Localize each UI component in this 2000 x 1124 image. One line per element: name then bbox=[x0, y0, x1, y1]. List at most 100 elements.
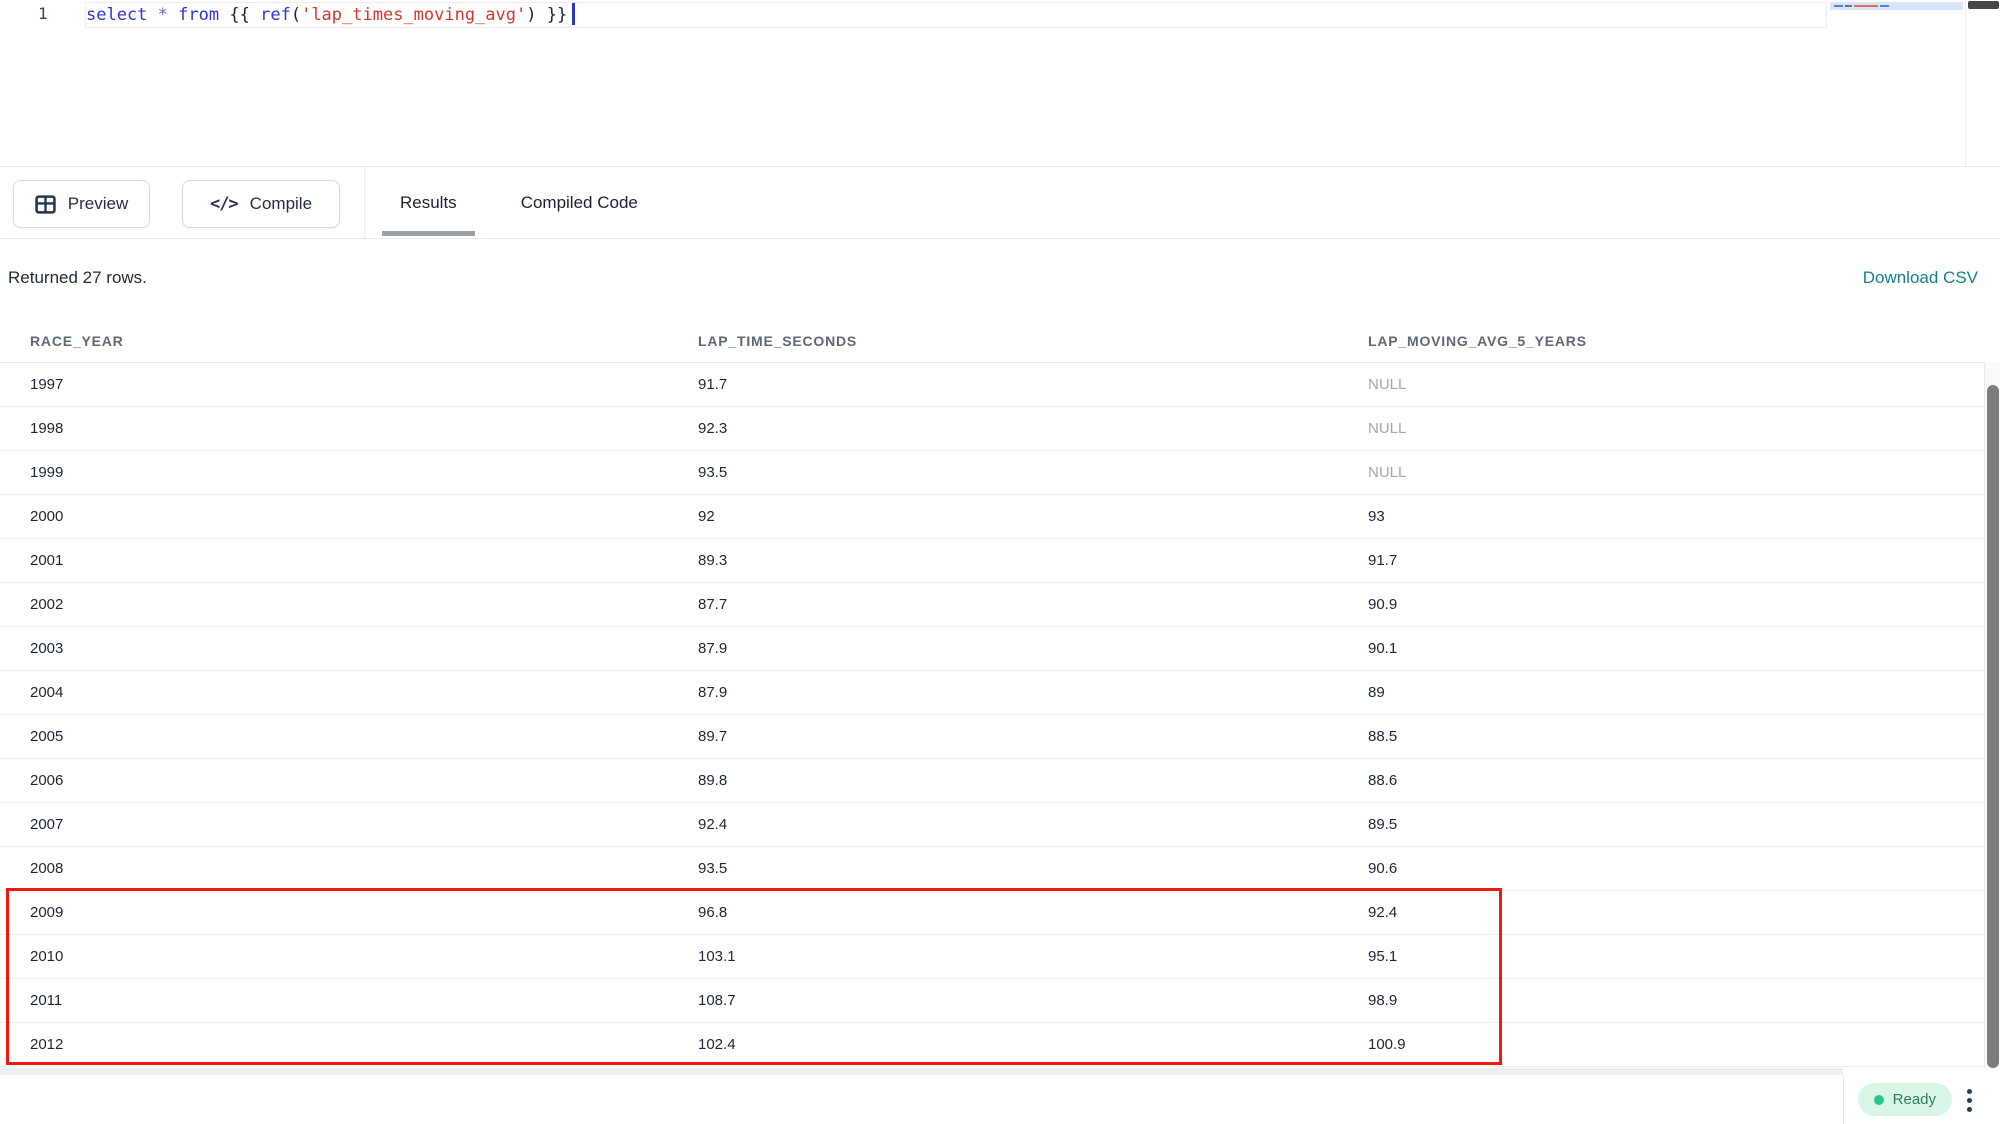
table-cell: 2004 bbox=[0, 684, 668, 701]
table-cell: 100.9 bbox=[1338, 1036, 1984, 1053]
table-cell: 87.9 bbox=[668, 640, 1338, 657]
table-cell: 92.3 bbox=[668, 420, 1338, 437]
table-cell: 96.8 bbox=[668, 904, 1338, 921]
table-cell: 103.1 bbox=[668, 948, 1338, 965]
column-header-race-year[interactable]: RACE_YEAR bbox=[0, 333, 668, 349]
results-table-body: 199791.7NULL199892.3NULL199993.5NULL2000… bbox=[0, 363, 1984, 1067]
code-token: ref bbox=[260, 5, 291, 25]
table-grid-icon bbox=[35, 194, 56, 215]
table-cell: 92.4 bbox=[1338, 904, 1984, 921]
table-cell: 2001 bbox=[0, 552, 668, 569]
code-line-tokens: select * from {{ ref('lap_times_moving_a… bbox=[86, 5, 567, 25]
table-cell: 90.1 bbox=[1338, 640, 1984, 657]
code-token bbox=[250, 5, 260, 25]
table-cell: 1999 bbox=[0, 464, 668, 481]
preview-button-label: Preview bbox=[68, 194, 128, 214]
row-count-text: Returned 27 rows. bbox=[8, 268, 147, 288]
code-token bbox=[219, 5, 229, 25]
table-cell: 2010 bbox=[0, 948, 668, 965]
table-row: 200996.892.4 bbox=[0, 891, 1984, 935]
table-cell: 2006 bbox=[0, 772, 668, 789]
table-cell: 92 bbox=[668, 508, 1338, 525]
code-token bbox=[168, 5, 178, 25]
results-scrollbar-track[interactable] bbox=[1984, 362, 2000, 1068]
code-token: ) bbox=[526, 5, 536, 25]
table-cell: NULL bbox=[1338, 464, 1984, 481]
code-token: {{ bbox=[229, 5, 249, 25]
tab-compiled-code[interactable]: Compiled Code bbox=[503, 167, 656, 238]
table-cell: 91.7 bbox=[1338, 552, 1984, 569]
table-cell: 2007 bbox=[0, 816, 668, 833]
table-cell: NULL bbox=[1338, 376, 1984, 393]
text-cursor bbox=[572, 3, 575, 25]
table-cell: 2003 bbox=[0, 640, 668, 657]
status-bar: Ready bbox=[0, 1075, 2000, 1124]
minimap[interactable] bbox=[1830, 2, 1963, 10]
table-row: 200589.788.5 bbox=[0, 715, 1984, 759]
table-cell: 93.5 bbox=[668, 464, 1338, 481]
table-row: 20009293 bbox=[0, 495, 1984, 539]
horizontal-scrollbar-track[interactable] bbox=[0, 1068, 1843, 1075]
table-cell: 92.4 bbox=[668, 816, 1338, 833]
table-row: 200893.590.6 bbox=[0, 847, 1984, 891]
download-csv-link[interactable]: Download CSV bbox=[1863, 268, 1978, 288]
code-token bbox=[537, 5, 547, 25]
table-cell: 2005 bbox=[0, 728, 668, 745]
compile-button[interactable]: </> Compile bbox=[182, 180, 340, 228]
active-tab-underline bbox=[382, 231, 475, 236]
tab-results[interactable]: Results bbox=[382, 167, 475, 238]
code-token: select bbox=[86, 5, 147, 25]
code-token: ( bbox=[291, 5, 301, 25]
table-cell: 95.1 bbox=[1338, 948, 1984, 965]
table-cell: 102.4 bbox=[668, 1036, 1338, 1053]
code-editor[interactable]: 1 select * from {{ ref('lap_times_moving… bbox=[0, 0, 2000, 166]
preview-button[interactable]: Preview bbox=[13, 180, 150, 228]
table-cell: NULL bbox=[1338, 420, 1984, 437]
table-row: 200189.391.7 bbox=[0, 539, 1984, 583]
table-cell: 98.9 bbox=[1338, 992, 1984, 1009]
status-badge: Ready bbox=[1858, 1083, 1952, 1116]
statusbar-divider bbox=[1843, 1075, 1844, 1124]
table-cell: 2008 bbox=[0, 860, 668, 877]
table-cell: 87.7 bbox=[668, 596, 1338, 613]
table-row: 200487.989 bbox=[0, 671, 1984, 715]
code-token: 'lap_times_moving_avg' bbox=[301, 5, 526, 25]
toolbar-divider bbox=[364, 167, 365, 238]
column-header-lap-time-seconds[interactable]: LAP_TIME_SECONDS bbox=[668, 333, 1338, 349]
code-line[interactable]: select * from {{ ref('lap_times_moving_a… bbox=[86, 3, 575, 25]
editor-scrollbar-thumb[interactable] bbox=[1968, 1, 1999, 9]
table-cell: 93.5 bbox=[668, 860, 1338, 877]
table-row: 199791.7NULL bbox=[0, 363, 1984, 407]
results-table: RACE_YEAR LAP_TIME_SECONDS LAP_MOVING_AV… bbox=[0, 320, 1984, 1067]
table-row: 2012102.4100.9 bbox=[0, 1023, 1984, 1067]
table-row: 199993.5NULL bbox=[0, 451, 1984, 495]
table-row: 200387.990.1 bbox=[0, 627, 1984, 671]
results-tabs: Results Compiled Code bbox=[382, 167, 656, 238]
results-scrollbar-thumb[interactable] bbox=[1987, 385, 1999, 1068]
table-cell: 89.8 bbox=[668, 772, 1338, 789]
table-cell: 87.9 bbox=[668, 684, 1338, 701]
table-cell: 1997 bbox=[0, 376, 668, 393]
compile-button-label: Compile bbox=[250, 194, 312, 214]
table-cell: 2002 bbox=[0, 596, 668, 613]
table-row: 200792.489.5 bbox=[0, 803, 1984, 847]
results-summary-row: Returned 27 rows. Download CSV bbox=[0, 260, 2000, 300]
table-cell: 90.6 bbox=[1338, 860, 1984, 877]
table-cell: 2000 bbox=[0, 508, 668, 525]
table-cell: 93 bbox=[1338, 508, 1984, 525]
table-row: 200689.888.6 bbox=[0, 759, 1984, 803]
table-cell: 89 bbox=[1338, 684, 1984, 701]
editor-scrollbar-track-border bbox=[1965, 0, 1966, 166]
table-cell: 90.9 bbox=[1338, 596, 1984, 613]
tab-results-label: Results bbox=[400, 193, 457, 213]
table-cell: 91.7 bbox=[668, 376, 1338, 393]
kebab-menu-icon[interactable] bbox=[1960, 1084, 1978, 1116]
table-cell: 2009 bbox=[0, 904, 668, 921]
table-row: 199892.3NULL bbox=[0, 407, 1984, 451]
results-toolbar: Preview </> Compile Results Compiled Cod… bbox=[0, 166, 2000, 239]
code-token: }} bbox=[547, 5, 567, 25]
table-cell: 89.5 bbox=[1338, 816, 1984, 833]
code-icon: </> bbox=[210, 194, 238, 214]
table-row: 200287.790.9 bbox=[0, 583, 1984, 627]
column-header-lap-moving-avg[interactable]: LAP_MOVING_AVG_5_YEARS bbox=[1338, 333, 1984, 349]
